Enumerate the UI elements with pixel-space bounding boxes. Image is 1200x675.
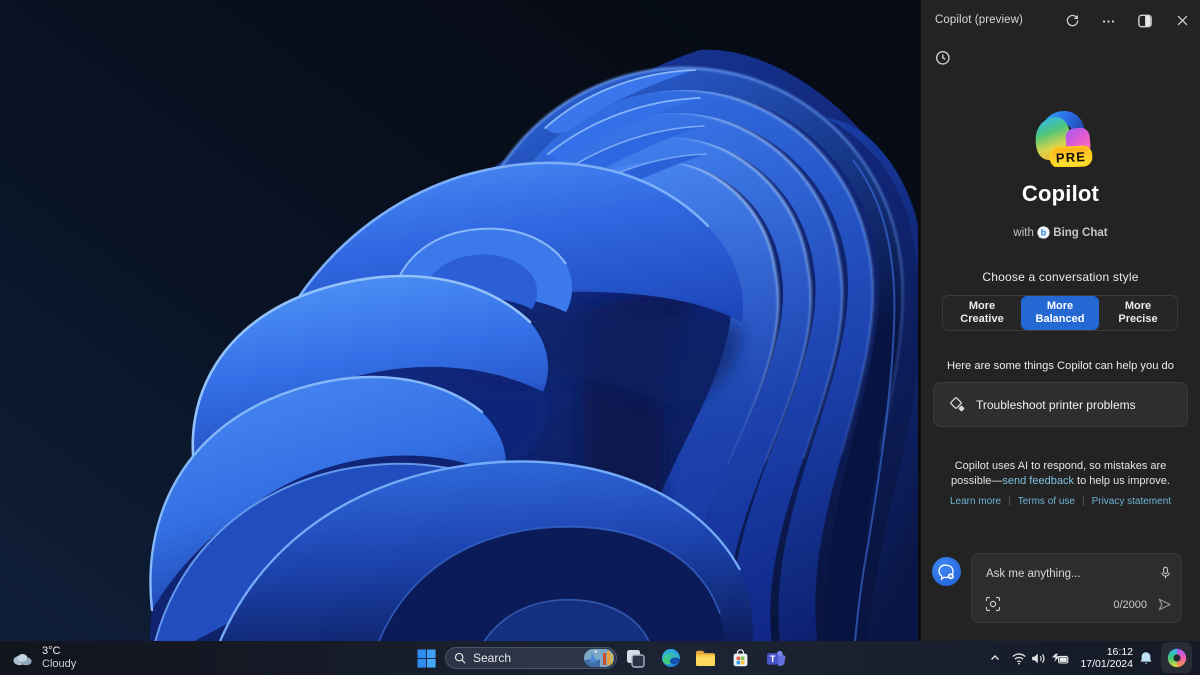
svg-text:PRE: PRE: [1055, 149, 1086, 166]
svg-text:T: T: [769, 654, 775, 665]
svg-text:b: b: [1041, 228, 1047, 238]
